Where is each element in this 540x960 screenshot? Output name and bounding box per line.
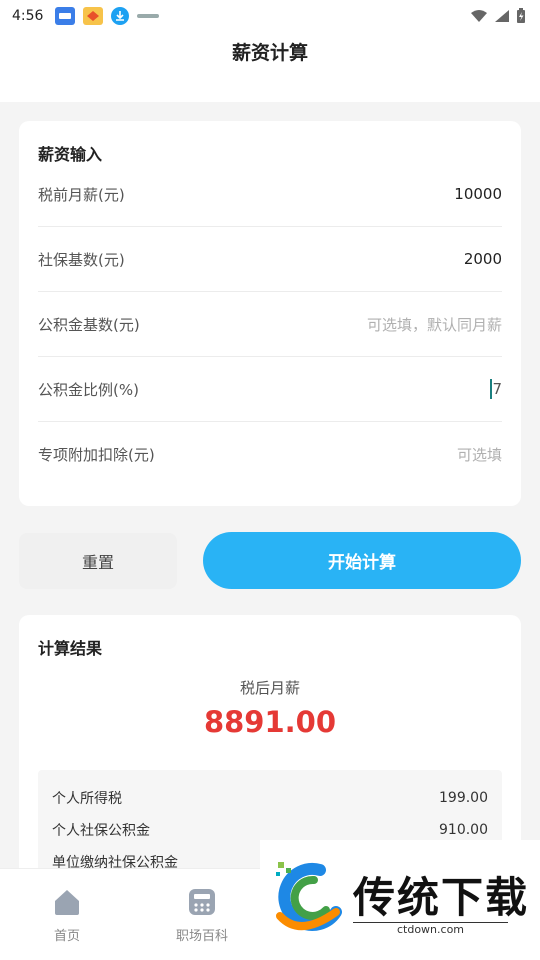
app-notification-icon xyxy=(83,7,104,25)
detail-row-income-tax: 个人所得税 199.00 xyxy=(52,783,488,813)
personal-contribution-value: 910.00 xyxy=(439,822,488,838)
battery-icon xyxy=(517,8,525,23)
signal-icon xyxy=(495,10,509,22)
fund-ratio-label: 公积金比例(%) xyxy=(38,380,139,399)
form-row-special-deduction: 专项附加扣除(元) 可选填 xyxy=(38,422,502,487)
status-notification-icons xyxy=(55,7,160,25)
social-base-label: 社保基数(元) xyxy=(38,250,125,269)
fund-ratio-value: 7 xyxy=(492,380,502,398)
watermark-text: 传统下载 xyxy=(353,873,530,922)
wifi-icon xyxy=(471,10,487,22)
personal-contribution-label: 个人社保公积金 xyxy=(52,823,150,839)
special-deduction-label: 专项附加扣除(元) xyxy=(38,446,155,464)
result-card-title: 计算结果 xyxy=(38,639,103,658)
calculate-button[interactable]: 开始计算 xyxy=(203,532,521,589)
net-salary-value: 8891.00 xyxy=(203,705,337,739)
watermark-url: ctdown.com xyxy=(353,922,508,936)
status-system-icons xyxy=(470,8,526,24)
home-icon xyxy=(55,890,79,915)
download-icon xyxy=(111,7,130,25)
watermark: 传统下载 ctdown.com xyxy=(260,840,540,944)
pretax-salary-input[interactable]: 10000 xyxy=(302,185,502,203)
status-time: 4:56 xyxy=(12,8,44,24)
fund-ratio-input[interactable]: 7 xyxy=(490,379,502,399)
special-deduction-input[interactable]: 可选填 xyxy=(302,444,502,465)
status-bar: 4:56 xyxy=(0,0,540,32)
income-tax-value: 199.00 xyxy=(439,790,488,806)
page-title: 薪资计算 xyxy=(231,42,308,64)
form-row-social-base: 社保基数(元) 2000 xyxy=(38,227,502,292)
salary-input-card: 薪资输入 税前月薪(元) 10000 社保基数(元) 2000 公积金基数(元)… xyxy=(19,121,521,506)
nav-item-workplace[interactable]: 职场百科 xyxy=(157,887,247,944)
app-notification-icon xyxy=(137,7,160,25)
calculator-icon xyxy=(189,889,215,915)
app-header: 薪资计算 xyxy=(0,32,540,102)
form-row-fund-ratio: 公积金比例(%) 7 xyxy=(38,357,502,422)
watermark-logo-icon xyxy=(276,862,342,931)
pretax-salary-label: 税前月薪(元) xyxy=(38,185,125,204)
fund-base-input[interactable]: 可选填，默认同月薪 xyxy=(302,314,502,335)
fund-base-label: 公积金基数(元) xyxy=(38,315,140,334)
net-salary-label: 税后月薪 xyxy=(239,679,300,697)
form-row-pretax-salary: 税前月薪(元) 10000 xyxy=(38,162,502,227)
nav-home-label: 首页 xyxy=(53,929,80,944)
nav-workplace-label: 职场百科 xyxy=(175,929,228,944)
reset-button[interactable]: 重置 xyxy=(19,533,177,589)
income-tax-label: 个人所得税 xyxy=(52,791,122,807)
social-base-input[interactable]: 2000 xyxy=(302,250,502,268)
nav-item-home[interactable]: 首页 xyxy=(22,887,112,944)
app-notification-icon xyxy=(55,7,76,25)
form-row-fund-base: 公积金基数(元) 可选填，默认同月薪 xyxy=(38,292,502,357)
